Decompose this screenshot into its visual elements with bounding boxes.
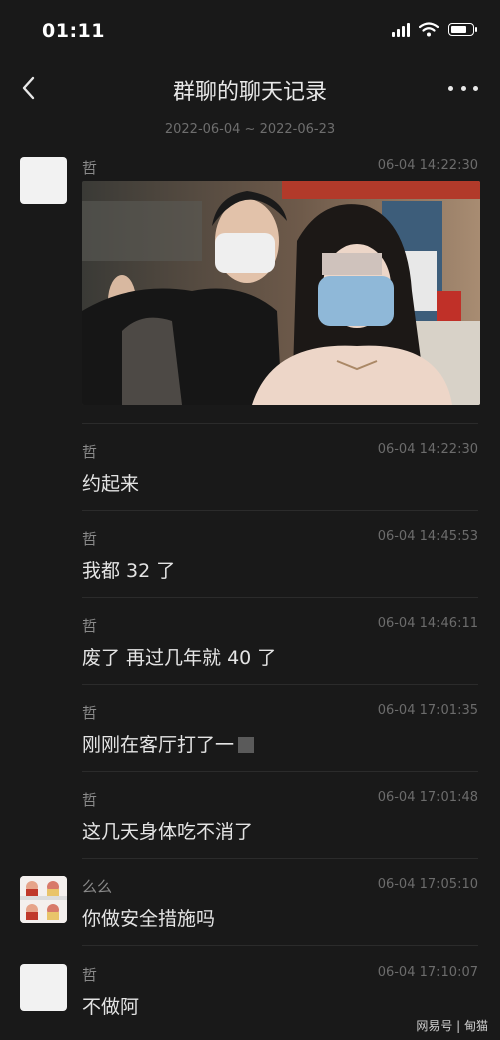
message-timestamp: 06-04 17:10:07 — [377, 965, 478, 980]
message-text: 不做阿 — [82, 996, 140, 1018]
cellular-signal-icon — [392, 22, 410, 37]
battery-icon — [448, 23, 477, 36]
message-text: 你做安全措施吗 — [82, 908, 216, 930]
message-timestamp: 06-04 14:22:30 — [377, 158, 478, 173]
status-icons — [392, 22, 477, 37]
more-options-button[interactable] — [448, 76, 478, 100]
message-text: 约起来 — [82, 473, 140, 495]
sender-name: 哲 — [82, 704, 98, 722]
message-divider — [82, 423, 478, 424]
sender-name: 哲 — [82, 617, 98, 635]
date-range: 2022-06-04 ~ 2022-06-23 — [164, 122, 336, 137]
sender-name: 么么 — [82, 878, 113, 896]
censored-mark-icon — [238, 737, 255, 753]
message-timestamp: 06-04 14:46:11 — [377, 616, 478, 631]
message-divider — [82, 858, 478, 859]
watermark: 网易号 | 甸猫 — [416, 1019, 488, 1033]
sender-name: 哲 — [82, 443, 98, 461]
nav-bar: 群聊的聊天记录 — [0, 62, 500, 116]
message-timestamp: 06-04 14:22:30 — [377, 442, 478, 457]
message-timestamp: 06-04 14:45:53 — [377, 529, 478, 544]
shared-photo[interactable] — [82, 181, 480, 405]
dot-icon — [460, 85, 466, 91]
message-timestamp: 06-04 17:05:10 — [377, 877, 478, 892]
wifi-icon — [419, 22, 439, 37]
message-timestamp: 06-04 17:01:48 — [377, 790, 478, 805]
message-divider — [82, 771, 478, 772]
page-title: 群聊的聊天记录 — [172, 80, 327, 105]
avatar-image — [20, 876, 67, 923]
dot-icon — [448, 85, 453, 91]
message-divider — [82, 945, 478, 946]
message-divider — [82, 684, 478, 685]
dot-icon — [473, 85, 478, 91]
message-divider — [82, 510, 478, 511]
message-divider — [82, 597, 478, 598]
status-time: 01:11 — [42, 20, 105, 42]
status-bar: 01:11 — [0, 0, 500, 62]
sender-name: 哲 — [82, 159, 98, 177]
message-text: 废了 再过几年就 40 了 — [82, 647, 277, 669]
avatar[interactable] — [20, 964, 67, 1011]
message-timestamp: 06-04 17:01:35 — [377, 703, 478, 718]
avatar[interactable] — [20, 876, 67, 923]
avatar[interactable] — [20, 157, 67, 204]
selfie-photo-image — [82, 181, 480, 405]
message-text: 刚刚在客厅打了一 — [82, 730, 255, 757]
message-text-content: 刚刚在客厅打了一 — [82, 734, 235, 756]
sender-name: 哲 — [82, 530, 98, 548]
message-text: 我都 32 了 — [82, 560, 176, 582]
message-text: 这几天身体吃不消了 — [82, 821, 254, 843]
sender-name: 哲 — [82, 966, 98, 984]
sender-name: 哲 — [82, 791, 98, 809]
